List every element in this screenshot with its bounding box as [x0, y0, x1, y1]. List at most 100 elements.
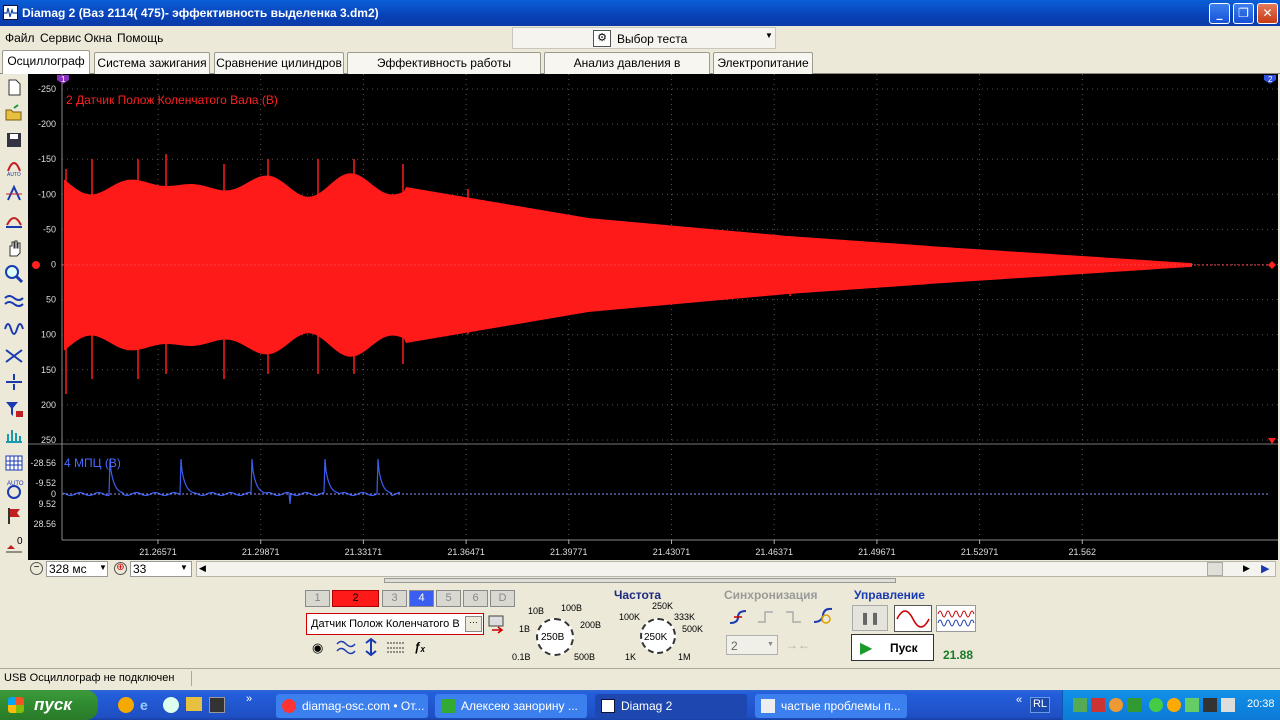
probe-icon[interactable]: ◉: [312, 640, 323, 656]
vertical-scale-icon[interactable]: [362, 637, 380, 657]
sync-arrows-icon[interactable]: →←: [786, 638, 810, 652]
freq-tick-333k: 333K: [674, 612, 696, 622]
tab-oscilloscope[interactable]: Осциллограф: [2, 50, 90, 75]
sync-channel-select[interactable]: 2 ▼: [726, 635, 778, 655]
single-wave-button[interactable]: [894, 605, 932, 632]
zoom-icon[interactable]: [4, 264, 24, 284]
tray-monitor-icon[interactable]: [1203, 698, 1217, 712]
quicklaunch-chrome-icon[interactable]: [163, 697, 179, 713]
multi-wave-button[interactable]: [936, 605, 976, 632]
tab-pressure-analysis[interactable]: Анализ давления в цилиндре: [544, 52, 710, 90]
tab-power-supply[interactable]: Электропитание: [713, 52, 813, 74]
tab-cylinder-compare[interactable]: Сравнение цилиндров: [214, 52, 344, 74]
channel-2-button[interactable]: 2: [332, 590, 379, 607]
ch4-tick-label: 9.52: [38, 499, 56, 509]
play-forward-icon[interactable]: ▶: [1261, 562, 1269, 575]
channel-filter-icon[interactable]: [4, 399, 24, 419]
function-icon[interactable]: ƒₓ: [414, 640, 425, 654]
tray-mail-icon[interactable]: [1091, 698, 1105, 712]
sensor-field[interactable]: Датчик Полож Коленчатого В ···: [306, 613, 484, 635]
sync-edge-up-icon[interactable]: [756, 608, 776, 626]
menu-windows[interactable]: Окна: [84, 31, 112, 45]
channel-6-button[interactable]: 6: [463, 590, 488, 607]
measure-icon[interactable]: [4, 184, 24, 204]
menu-help[interactable]: Помощь: [117, 31, 163, 45]
time-tick-label: 21.33171: [345, 547, 383, 557]
tray-update-icon[interactable]: [1109, 698, 1123, 712]
channel-4-button[interactable]: 4: [409, 590, 434, 607]
quicklaunch-more-icon[interactable]: »: [246, 693, 252, 705]
new-file-icon[interactable]: [4, 77, 24, 97]
ch4-ticks: -28.56 -9.5209.52 28.56: [30, 458, 56, 529]
open-folder-icon[interactable]: [4, 104, 24, 124]
sensor-settings-icon[interactable]: [488, 614, 506, 634]
taskbar-item-chat[interactable]: Алексею занорину ...: [435, 694, 587, 718]
ch2-bottom-marker[interactable]: [1268, 438, 1276, 444]
close-icon[interactable]: ✕: [1257, 3, 1278, 24]
channel-3-button[interactable]: 3: [382, 590, 407, 607]
minimize-icon[interactable]: _: [1209, 3, 1230, 24]
sync-rising-icon[interactable]: [728, 608, 748, 626]
grid-icon[interactable]: [4, 453, 24, 473]
auto-range-icon[interactable]: AUTO: [4, 157, 24, 177]
menu-file[interactable]: Файл: [5, 31, 35, 45]
oscilloscope-display[interactable]: 1 2 2 Датчик Полож Коленчатого Вала (В) …: [28, 74, 1278, 562]
auto-sync-icon[interactable]: AUTO: [4, 479, 24, 499]
pause-button[interactable]: ❚❚: [852, 605, 888, 631]
tray-wifi-icon[interactable]: [1185, 698, 1199, 712]
taskbar-more-icon[interactable]: «: [1016, 694, 1022, 706]
sensor-more-button[interactable]: ···: [465, 616, 482, 632]
tab-ignition[interactable]: Система зажигания: [94, 52, 210, 74]
taskbar-item-browser[interactable]: diamag-osc.com • От...: [276, 694, 428, 718]
cursor-1-label: 1: [61, 75, 66, 84]
offset-icon[interactable]: [4, 372, 24, 392]
tray-volume-icon[interactable]: [1221, 698, 1235, 712]
save-icon[interactable]: [4, 130, 24, 150]
scroll-left-icon[interactable]: ◀: [199, 563, 206, 574]
taskbar-item-diamag[interactable]: Diamag 2: [595, 694, 747, 718]
quicklaunch-folder-icon[interactable]: [186, 697, 202, 711]
tray-messenger-icon[interactable]: [1149, 698, 1163, 712]
sync-auto-icon[interactable]: [812, 606, 834, 626]
filter-wave-icon[interactable]: [336, 638, 356, 656]
wave-icon[interactable]: [4, 319, 24, 339]
quicklaunch-avast-icon[interactable]: [118, 697, 134, 713]
minus-icon[interactable]: −: [30, 562, 43, 575]
tray-shield-icon[interactable]: [1127, 698, 1141, 712]
taskbar-item-document[interactable]: частые проблемы п...: [755, 694, 907, 718]
hand-icon[interactable]: [4, 238, 24, 258]
flag-icon[interactable]: [4, 506, 24, 526]
panel-splitter[interactable]: [384, 578, 896, 583]
tab-cylinder-efficiency[interactable]: Эффективность работы цилиндров: [347, 52, 541, 90]
channel-5-button[interactable]: 5: [436, 590, 461, 607]
time-tick-label: 21.39771: [550, 547, 588, 557]
start-button-os[interactable]: пуск: [0, 690, 98, 720]
ch2-zero-marker[interactable]: [32, 261, 40, 269]
zoom-x-icon[interactable]: [4, 211, 24, 231]
quicklaunch-ie-icon[interactable]: e: [140, 697, 156, 713]
quicklaunch-app-icon[interactable]: [209, 697, 225, 713]
plus-icon[interactable]: ⊕: [114, 562, 127, 575]
menu-service[interactable]: Сервис: [40, 31, 81, 45]
test-select-dropdown[interactable]: ⚙ Выбор теста ▼: [512, 27, 776, 49]
tray-network-icon[interactable]: [1073, 698, 1087, 712]
maximize-icon[interactable]: ❐: [1233, 3, 1254, 24]
channel-1-button[interactable]: 1: [305, 590, 330, 607]
line-style-icon[interactable]: [386, 640, 406, 654]
ch2-right-marker[interactable]: [1268, 261, 1276, 269]
tray-antivirus-icon[interactable]: [1167, 698, 1181, 712]
start-button[interactable]: ▶ Пуск: [851, 634, 934, 661]
horizontal-scrollbar[interactable]: ◀ ▶ ▶: [196, 561, 1276, 577]
filter-icon[interactable]: [4, 292, 24, 312]
invert-icon[interactable]: [4, 346, 24, 366]
scroll-control-row: − 328 мс ▼ ⊕ 33 ▼ ◀ ▶ ▶: [28, 560, 1280, 578]
range-tick-10v: 10В: [528, 606, 545, 616]
scroll-right-icon[interactable]: ▶: [1243, 563, 1250, 574]
start-label: Пуск: [890, 641, 918, 655]
sync-edge-down-icon[interactable]: [784, 608, 804, 626]
range-knob-group: 10В 100В 1В 200В 0.1В 500В 250В: [510, 600, 605, 664]
language-indicator[interactable]: RL: [1030, 697, 1050, 713]
scroll-thumb[interactable]: [1207, 562, 1223, 576]
status-divider: [191, 671, 192, 686]
spectrum-icon[interactable]: [4, 426, 24, 446]
